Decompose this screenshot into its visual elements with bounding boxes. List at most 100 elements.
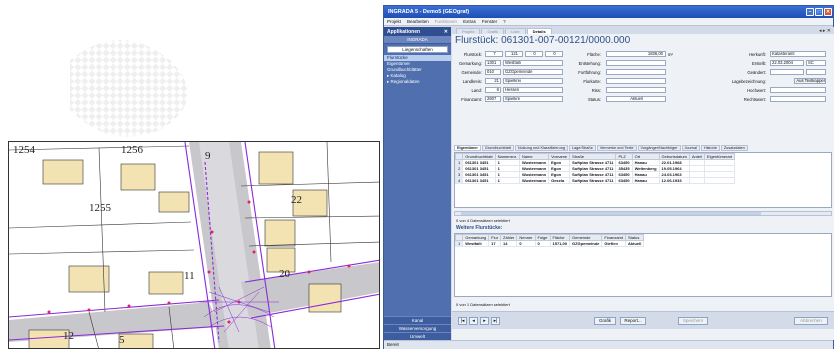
parcels-selection-status: 0 von 1 Datensätzen selektiert — [456, 302, 510, 307]
gemarkung-nr-field[interactable]: 1301 — [485, 60, 501, 66]
pin-icon[interactable]: ✕ — [444, 29, 448, 35]
gemarkung-name-field[interactable]: Westfalli — [503, 60, 563, 66]
map-label: 1254 — [13, 144, 35, 156]
landkreis-nr-field[interactable]: 21 — [485, 78, 501, 84]
tab-journal[interactable]: Journal — [681, 145, 700, 151]
horizontal-scrollbar[interactable] — [454, 211, 832, 216]
column-header[interactable]: Eigentümerart — [703, 153, 736, 160]
entstehung-field[interactable] — [606, 60, 666, 66]
label-rechtswert: Rechtswert: — [743, 97, 766, 102]
tab-vermerke[interactable]: Vermerke und Texte — [596, 145, 637, 151]
tab-lage-strasse[interactable]: Lage/Straße — [568, 145, 596, 151]
column-header[interactable]: Geburtsdatum — [658, 153, 690, 160]
tab-vorgaenger[interactable]: Vorgänger/Nachfolger — [637, 145, 681, 151]
fortfuehrung-field[interactable] — [606, 69, 666, 75]
table-cell: Softplan Strasse 4711 — [569, 159, 617, 166]
label-erstellt: Erstellt: — [752, 61, 766, 66]
riss-field[interactable] — [606, 87, 666, 93]
tab-zusatzdaten[interactable]: Zusatzdaten — [720, 145, 748, 151]
flaeche-field[interactable]: 1836,00 — [606, 51, 666, 57]
flurstueck-field-1[interactable]: 7 — [485, 51, 503, 57]
geaendert-by-field[interactable] — [806, 69, 826, 75]
report-button[interactable]: Report... — [620, 317, 646, 325]
menu-fenster[interactable]: Fenster — [482, 19, 497, 24]
column-header[interactable]: Nenner — [516, 234, 536, 241]
tab-nutzung[interactable]: Nutzung und Klassifizierung — [514, 145, 568, 151]
column-header[interactable]: Finanzamt — [601, 234, 627, 241]
status-field[interactable]: Aktuell — [606, 96, 666, 102]
geaendert-field[interactable] — [770, 69, 804, 75]
column-header[interactable]: Gemarkung — [462, 234, 490, 241]
button-bar: |◂ ◂ ▸ ▸| Grafik Report... Speichern Abb… — [452, 311, 834, 329]
grafik-button[interactable]: Grafik — [594, 317, 616, 325]
save-button[interactable]: Speichern — [678, 317, 708, 325]
label-hochwert: Hochwert: — [747, 88, 766, 93]
sidebar-item-regionaldaten[interactable]: ▸ Regionaldaten — [384, 79, 451, 85]
gemeinde-nr-field[interactable]: 010 — [485, 69, 501, 75]
sidebar-selector[interactable]: Liegenschaften — [387, 46, 448, 53]
scrollbar-thumb[interactable] — [461, 212, 761, 215]
column-header[interactable]: Vorname — [548, 153, 571, 160]
land-nr-field[interactable]: 6 — [485, 87, 501, 93]
menu-funktionen[interactable]: Funktionen — [435, 19, 457, 24]
prev-record-button[interactable]: ◂ — [469, 317, 478, 325]
tab-nav-icons[interactable]: ◂ ▸ ✕ — [819, 28, 831, 34]
column-header[interactable]: Namensnr. — [494, 153, 520, 160]
table-cell: Wustermann — [518, 159, 550, 166]
last-record-button[interactable]: ▸| — [491, 317, 500, 325]
hochwert-field[interactable] — [770, 87, 826, 93]
lage-button[interactable]: Aus Textkappel — [794, 78, 826, 84]
map-label: 12 — [63, 330, 74, 342]
owners-selection-status: 0 von 4 Datensätzen selektiert — [456, 218, 510, 223]
cadastral-map[interactable]: 1254 1256 1255 9 22 11 20 12 5 — [8, 141, 380, 349]
table-cell — [549, 196, 570, 202]
map-label: 9 — [205, 150, 211, 162]
sidebar-item-wasserversorgung[interactable]: Wasserversorgung — [384, 324, 451, 332]
landkreis-name-field[interactable]: Spielkrei — [503, 78, 563, 84]
table-cell — [704, 196, 734, 202]
menu-extras[interactable]: Extras — [463, 19, 476, 24]
finanzamt-nr-field[interactable]: 2607 — [485, 96, 501, 102]
finanzamt-name-field[interactable]: Spielkre — [503, 96, 563, 102]
flurstueck-field-2[interactable]: 121 — [505, 51, 523, 57]
label-status: Status: — [587, 97, 601, 102]
erstellt-by-field[interactable]: SC — [806, 60, 826, 66]
flurstueck-field-3[interactable]: 0 — [525, 51, 543, 57]
status-bar: Bereit — [384, 340, 833, 349]
minimize-icon[interactable]: – — [806, 8, 814, 16]
gemeinde-name-field[interactable]: GZGpemeinde — [503, 69, 563, 75]
table-cell: Softplan Strasse 4711 — [569, 171, 617, 178]
table-cell: 63450 — [615, 159, 633, 166]
sidebar-item-umwelt[interactable]: Umwelt — [384, 332, 451, 340]
tab-eigentuemer[interactable]: Eigentümer — [454, 145, 481, 151]
erstellt-field[interactable]: 22.03.2004 — [770, 60, 804, 66]
tab-historie[interactable]: Historie — [700, 145, 720, 151]
owners-table: Grundbuchblatt Namensnr. Name Vorname St… — [454, 152, 832, 208]
sidebar-app[interactable]: INGRADA — [384, 36, 451, 44]
sidebar-item-kanal[interactable]: Kanal — [384, 316, 451, 324]
tab-grundbuchblatt[interactable]: Grundbuchblatt — [481, 145, 514, 151]
table-cell — [456, 259, 463, 265]
menu-help[interactable]: ? — [503, 19, 506, 24]
flurkarte-field[interactable] — [606, 78, 666, 84]
first-record-button[interactable]: |◂ — [458, 317, 467, 325]
menu-bearbeiten[interactable]: Bearbeiten — [407, 19, 429, 24]
sidebar: Applikationen ✕ INGRADA Liegenschaften F… — [384, 27, 451, 340]
flurstueck-field-4[interactable]: 0 — [545, 51, 563, 57]
menu-projekt[interactable]: Projekt — [387, 19, 401, 24]
next-record-button[interactable]: ▸ — [480, 317, 489, 325]
maximize-icon[interactable]: □ — [815, 8, 823, 16]
table-cell — [519, 196, 548, 202]
cancel-button[interactable]: Abbrechen — [794, 317, 828, 325]
table-cell — [602, 259, 626, 265]
label-land: Land: — [471, 88, 482, 93]
rechtswert-field[interactable] — [770, 96, 826, 102]
table-cell: Wustermann — [518, 171, 550, 178]
column-header[interactable]: Folge — [534, 234, 551, 241]
label-flurkarte: Flurkarte: — [583, 79, 601, 84]
herkunft-select[interactable]: Katasteramt — [770, 51, 826, 57]
close-icon[interactable]: ✕ — [824, 8, 832, 16]
land-name-field[interactable]: Hessen — [503, 87, 563, 93]
label-lagebezeichnung: Lagebezeichnung: — [731, 79, 766, 84]
column-header[interactable]: Grundbuchblatt — [462, 153, 496, 160]
